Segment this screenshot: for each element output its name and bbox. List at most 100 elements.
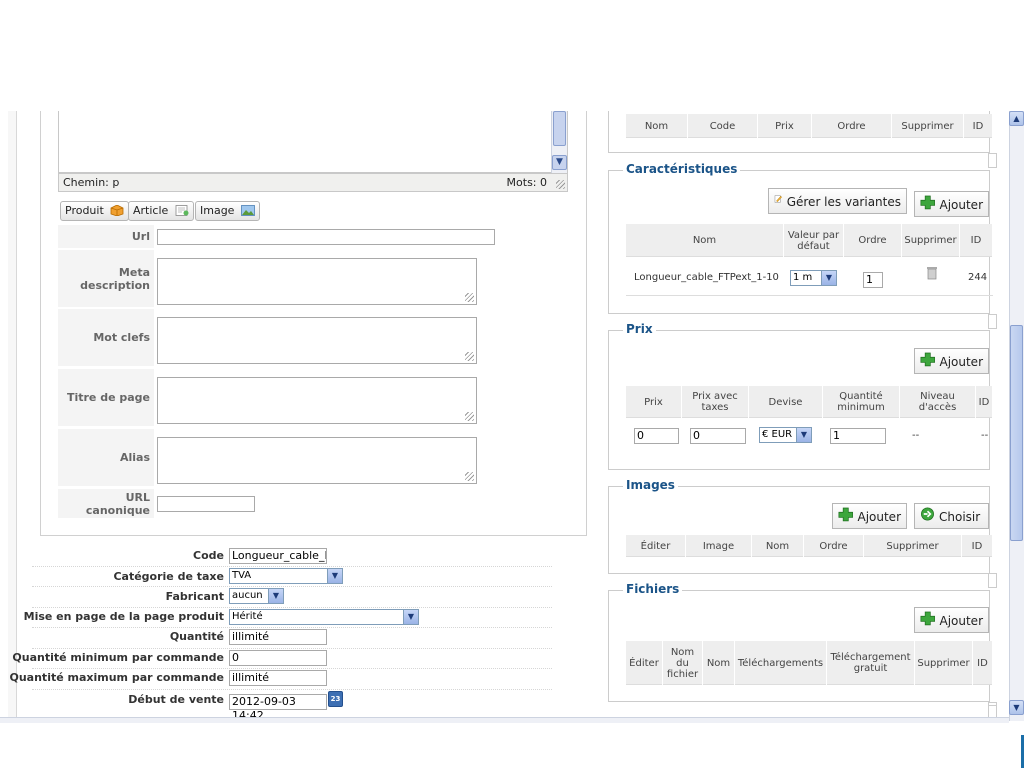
- calendar-icon[interactable]: 23: [328, 691, 343, 707]
- col-telechargements: Téléchargements: [735, 641, 827, 685]
- col-id: ID: [962, 535, 993, 557]
- manage-variants-button[interactable]: Gérer les variantes: [768, 188, 907, 214]
- images-choose-label: Choisir: [939, 510, 981, 524]
- insert-product-button[interactable]: Produit: [60, 201, 130, 221]
- plus-icon: [838, 507, 853, 522]
- page-scroll-thumb[interactable]: [1010, 325, 1023, 541]
- resize-grip-icon[interactable]: [556, 180, 565, 189]
- min-qty-price-input[interactable]: 1: [830, 428, 886, 444]
- col-code: Code: [688, 114, 758, 138]
- row-divider: [32, 689, 552, 690]
- row-divider: [32, 648, 552, 649]
- insert-article-button[interactable]: Article: [128, 201, 194, 221]
- manufacturer-select[interactable]: aucun ▼: [229, 588, 284, 604]
- characteristics-add-label: Ajouter: [939, 198, 983, 212]
- characteristic-order-input[interactable]: 1: [863, 272, 883, 288]
- max-quantity-label: Quantité maximum par commande: [9, 671, 225, 684]
- editor-path: Chemin: p: [63, 176, 120, 189]
- insert-image-button[interactable]: Image: [195, 201, 260, 221]
- row-divider: [32, 668, 552, 669]
- prices-add-button[interactable]: Ajouter: [914, 348, 989, 374]
- default-value-select[interactable]: 1 m ▼: [790, 270, 837, 286]
- left-gutter: [8, 111, 17, 721]
- description-editor[interactable]: [58, 111, 568, 173]
- row-divider: [32, 566, 552, 567]
- col-nom: Nom: [752, 535, 804, 557]
- meta-description-textarea[interactable]: [157, 258, 477, 305]
- col-supprimer: Supprimer: [864, 535, 962, 557]
- canonical-url-label: URL canonique: [58, 489, 154, 519]
- col-ordre: Ordre: [844, 224, 902, 257]
- col-supprimer: Supprimer: [915, 641, 973, 685]
- insert-product-label: Produit: [65, 204, 104, 217]
- col-nom: Nom: [626, 224, 784, 257]
- col-telechargement-gratuit: Téléchargement gratuit: [827, 641, 915, 685]
- row-divider: [32, 607, 552, 608]
- col-default-value: Valeur par défaut: [784, 224, 844, 257]
- quantity-input[interactable]: illimité: [229, 629, 327, 645]
- images-section: [608, 486, 990, 574]
- trash-icon[interactable]: [926, 266, 938, 280]
- col-supprimer: Supprimer: [892, 114, 964, 138]
- characteristics-add-button[interactable]: Ajouter: [914, 191, 989, 217]
- resize-grip-icon[interactable]: [465, 472, 474, 481]
- col-ordre: Ordre: [812, 114, 892, 138]
- url-input[interactable]: [157, 229, 495, 245]
- editor-scroll-thumb[interactable]: [553, 111, 566, 146]
- price-input[interactable]: 0: [634, 428, 679, 444]
- col-id: ID: [976, 386, 993, 418]
- price-tax-input[interactable]: 0: [690, 428, 746, 444]
- currency-value: € EUR: [762, 429, 793, 440]
- col-image: Image: [686, 535, 752, 557]
- layout-value: Hérité: [232, 611, 263, 622]
- characteristic-id: 244: [968, 271, 988, 283]
- col-niveau-acces: Niveau d'accès: [900, 386, 976, 418]
- col-prix: Prix: [626, 386, 682, 418]
- resize-grip-icon[interactable]: [465, 412, 474, 421]
- row-divider: [32, 586, 552, 587]
- chevron-down-icon[interactable]: ▼: [403, 610, 418, 624]
- scroll-down-icon[interactable]: ▼: [1009, 700, 1024, 715]
- min-quantity-input[interactable]: 0: [229, 650, 327, 666]
- col-devise: Devise: [749, 386, 823, 418]
- tax-category-select[interactable]: TVA ▼: [229, 568, 343, 584]
- images-add-label: Ajouter: [857, 510, 901, 524]
- plus-icon: [920, 611, 935, 626]
- keywords-label: Mot clefs: [58, 309, 154, 367]
- page-horizontal-scrollbar[interactable]: [0, 717, 1009, 723]
- keywords-textarea[interactable]: [157, 317, 477, 364]
- edit-icon: [774, 195, 782, 203]
- page-title-textarea[interactable]: [157, 377, 477, 424]
- prices-legend: Prix: [623, 322, 656, 336]
- characteristic-name: Longueur_cable_FTPext_1-10: [634, 271, 779, 283]
- files-add-button[interactable]: Ajouter: [914, 607, 989, 633]
- editor-scroll-down-icon[interactable]: ▼: [552, 155, 567, 170]
- section-notch: [988, 314, 997, 329]
- chevron-down-icon[interactable]: ▼: [796, 428, 811, 442]
- max-quantity-input[interactable]: illimité: [229, 670, 327, 686]
- chevron-down-icon[interactable]: ▼: [268, 589, 283, 603]
- images-legend: Images: [623, 478, 678, 492]
- col-nom: Nom: [626, 114, 688, 138]
- chevron-down-icon[interactable]: ▼: [821, 271, 836, 285]
- sale-start-input[interactable]: 2012-09-03 14:42: [229, 694, 327, 721]
- manufacturer-label: Fabricant: [165, 590, 224, 603]
- images-choose-button[interactable]: Choisir: [914, 503, 989, 529]
- section-notch: [988, 573, 997, 588]
- currency-select[interactable]: € EUR ▼: [759, 427, 812, 443]
- scroll-up-icon[interactable]: ▲: [1009, 111, 1024, 126]
- access-level-value: --: [912, 430, 920, 441]
- canonical-url-input[interactable]: [157, 496, 255, 512]
- resize-grip-icon[interactable]: [465, 352, 474, 361]
- article-icon: [175, 205, 189, 216]
- code-input[interactable]: Longueur_cable_FTI: [229, 548, 327, 564]
- col-prix: Prix: [758, 114, 812, 138]
- chevron-down-icon[interactable]: ▼: [327, 569, 342, 583]
- col-editer: Éditer: [626, 535, 686, 557]
- resize-grip-icon[interactable]: [465, 293, 474, 302]
- images-add-button[interactable]: Ajouter: [832, 503, 907, 529]
- layout-select[interactable]: Hérité ▼: [229, 609, 419, 625]
- alias-textarea[interactable]: [157, 437, 477, 484]
- insert-article-label: Article: [133, 204, 169, 217]
- editor-word-count: Mots: 0: [506, 176, 547, 189]
